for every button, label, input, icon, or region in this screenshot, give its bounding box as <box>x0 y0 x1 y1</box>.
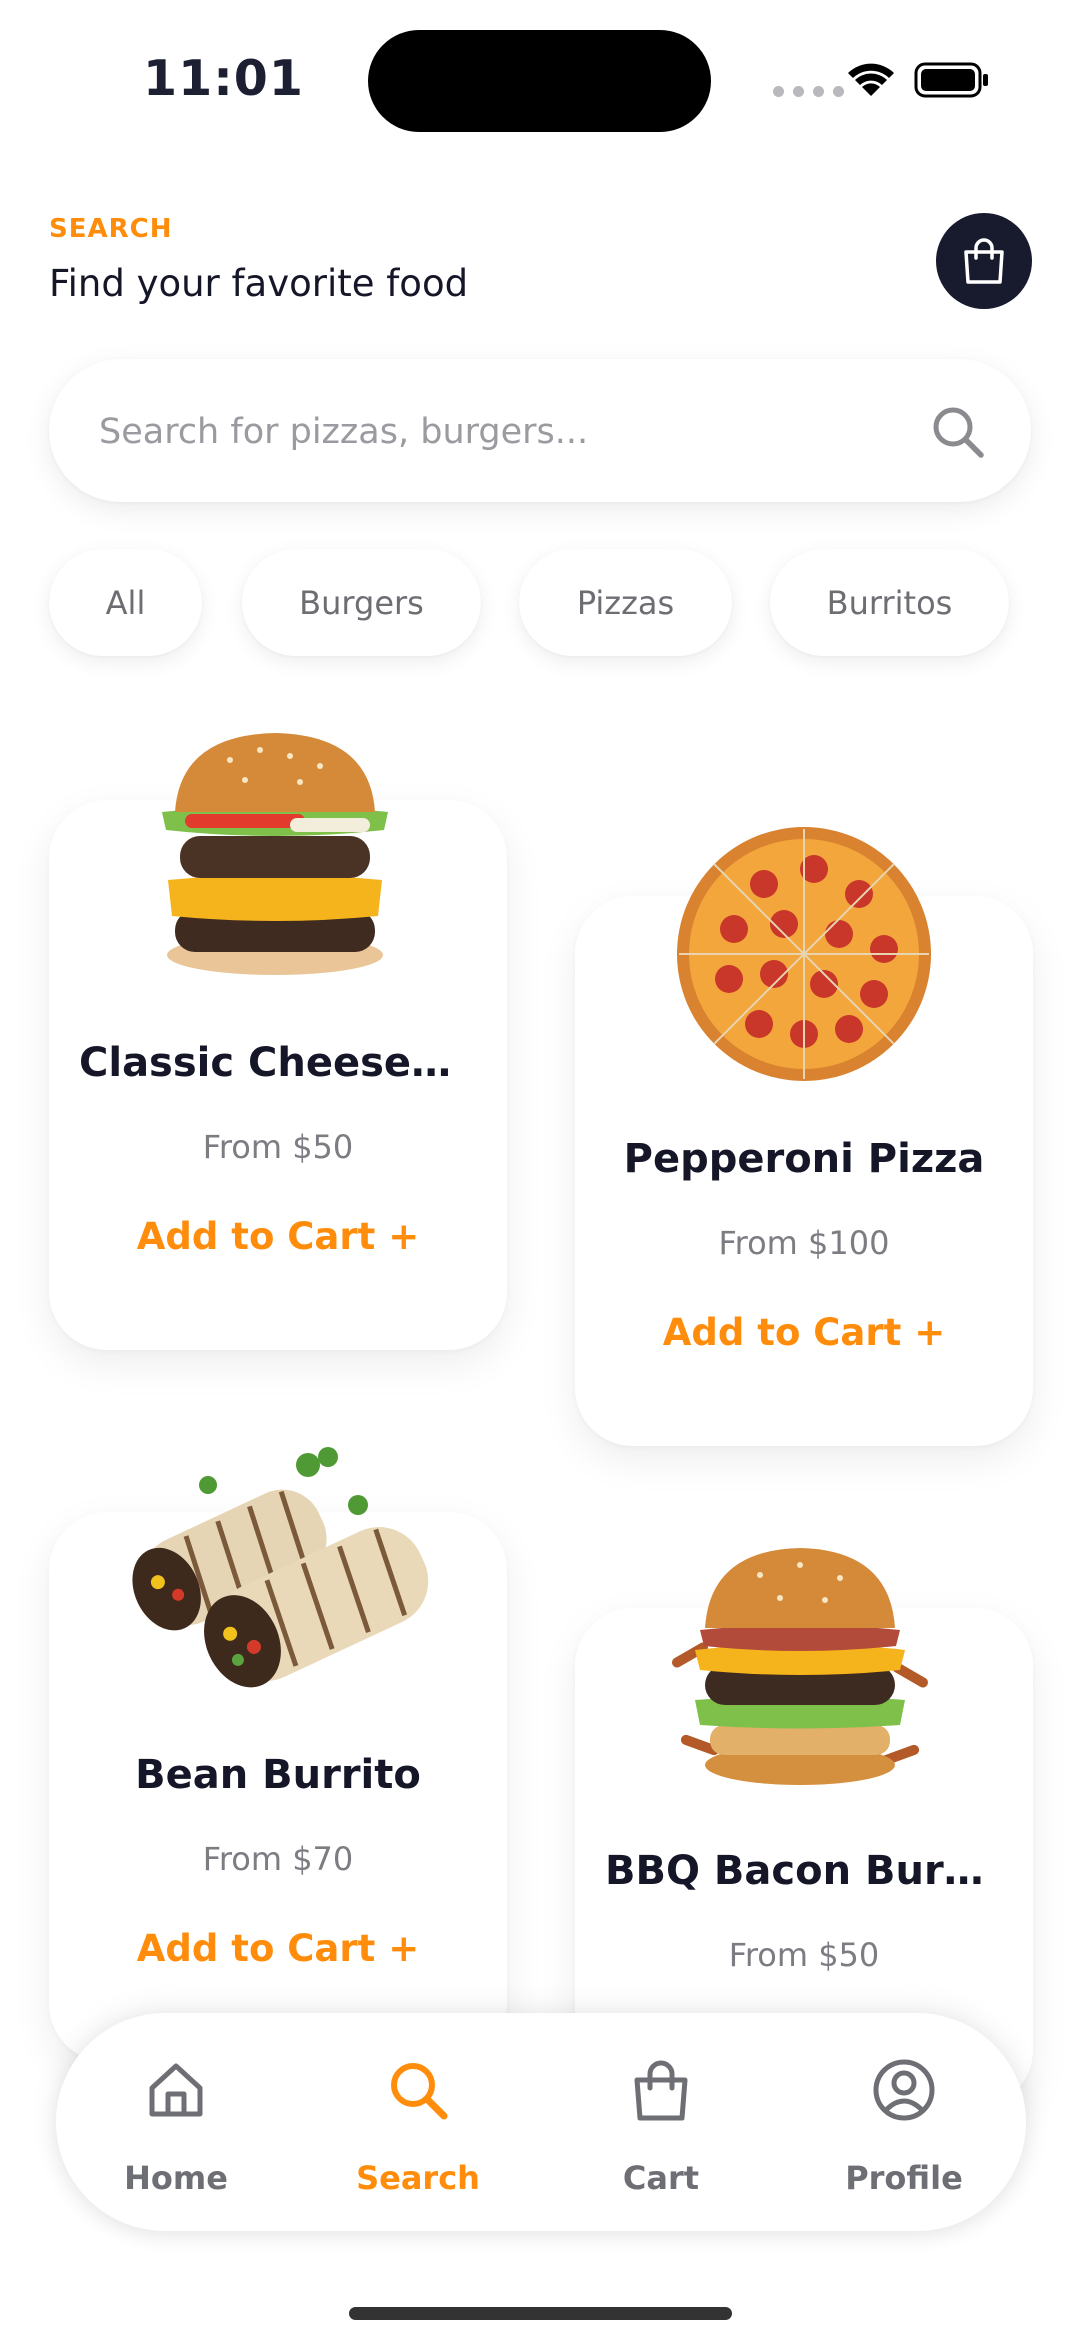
category-chip-burgers[interactable]: Burgers <box>242 549 481 656</box>
pepperoni-pizza-image <box>677 827 931 1081</box>
search-icon <box>391 2063 448 2120</box>
add-to-cart-button[interactable]: Add to Cart + <box>49 1927 507 1970</box>
nav-label-cart: Cart <box>622 2159 700 2197</box>
add-to-cart-button[interactable]: Add to Cart + <box>49 1215 507 1258</box>
product-name: Classic Cheeseburger <box>79 1040 507 1086</box>
cheeseburger-image <box>162 733 388 975</box>
battery-icon <box>914 62 988 98</box>
nav-label-home: Home <box>124 2159 228 2197</box>
burrito-image <box>132 1447 429 1688</box>
profile-icon <box>873 2059 935 2121</box>
product-name: Bean Burrito <box>135 1752 421 1798</box>
shopping-bag-icon <box>634 2060 688 2121</box>
product-price: From $50 <box>728 1936 880 1974</box>
product-price: From $70 <box>202 1840 354 1878</box>
page-title: Find your favorite food <box>49 262 469 305</box>
nav-item-profile[interactable]: Profile <box>804 2013 1004 2231</box>
home-indicator <box>349 2307 732 2320</box>
product-name: Pepperoni Pizza <box>623 1136 985 1182</box>
wifi-icon <box>848 63 894 96</box>
cart-button[interactable] <box>936 213 1032 309</box>
product-price: From $50 <box>202 1128 354 1166</box>
bottom-nav: Home Search Cart Profile <box>56 2013 1026 2231</box>
nav-label-profile: Profile <box>845 2159 963 2197</box>
shopping-bag-icon <box>964 238 1004 284</box>
search-bar <box>49 359 1031 504</box>
nav-label-search: Search <box>356 2159 480 2197</box>
dynamic-island <box>368 30 711 132</box>
status-time: 11:01 <box>143 50 304 107</box>
bbq-bacon-burger-image <box>672 1548 928 1785</box>
search-icon[interactable] <box>929 403 987 461</box>
search-input[interactable] <box>97 359 901 504</box>
nav-item-cart[interactable]: Cart <box>561 2013 761 2231</box>
category-chip-burritos[interactable]: Burritos <box>770 549 1009 656</box>
nav-item-home[interactable]: Home <box>76 2013 276 2231</box>
category-chip-all[interactable]: All <box>49 549 202 656</box>
product-price: From $100 <box>718 1224 890 1262</box>
cellular-signal-icon <box>773 86 844 97</box>
category-chip-pizzas[interactable]: Pizzas <box>519 549 732 656</box>
nav-item-search[interactable]: Search <box>318 2013 518 2231</box>
add-to-cart-button[interactable]: Add to Cart + <box>575 1311 1033 1354</box>
product-name: BBQ Bacon Burger <box>605 1848 1020 1894</box>
section-label: SEARCH <box>49 214 173 244</box>
home-icon <box>149 2063 203 2117</box>
